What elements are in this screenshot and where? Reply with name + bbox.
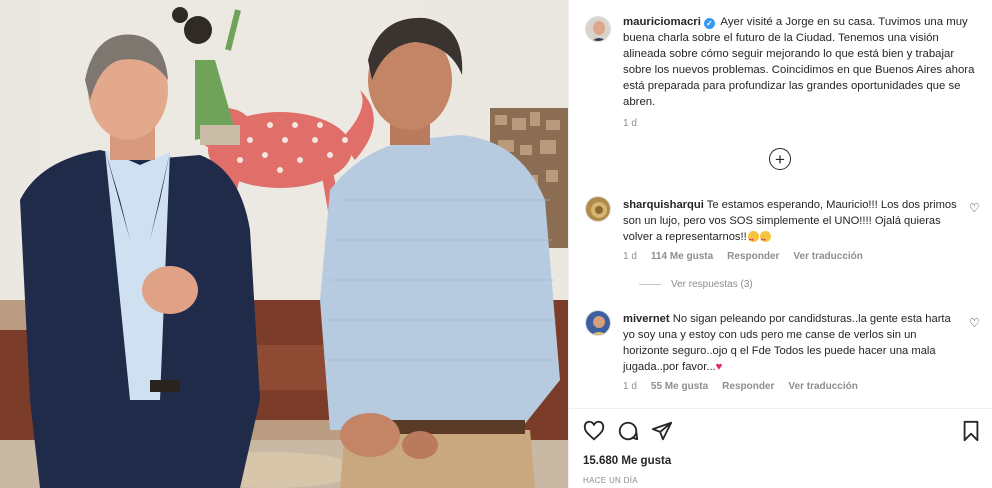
bookmark-icon[interactable] [961,420,981,447]
photo-illustration [0,0,568,488]
comment-avatar[interactable] [585,196,611,222]
post-likes-count[interactable]: 15.680 Me gusta [583,455,671,467]
view-replies-button[interactable]: Ver respuestas (3) [639,279,753,290]
reply-button[interactable]: Responder [722,379,774,395]
bookmark-icon-svg [963,420,979,442]
caption-text: Ayer visité a Jorge en su casa. Tuvimos … [623,16,975,108]
comment-like-heart-icon[interactable]: ♡ [969,201,980,215]
view-replies-label: Ver respuestas (3) [671,279,753,290]
actions-divider [569,408,992,409]
post-timestamp: HACE UN DÍA [583,476,638,485]
comment-text: No sigan peleando por candidsturas..la g… [623,313,951,373]
heart-eyes-emoji-icon [747,231,759,248]
verified-badge-icon: ✓ [703,18,715,29]
comment-age: 1 d [623,381,637,392]
heart-icon-svg [583,420,605,441]
share-icon-svg [651,421,673,441]
author-avatar[interactable] [585,16,611,42]
translate-button[interactable]: Ver traducción [793,249,862,265]
comment-likes[interactable]: 55 Me gusta [651,379,708,395]
post-side-panel: mauriciomacri ✓ Ayer visité a Jorge en su… [568,0,992,488]
heart-eyes-emoji-icon [759,231,771,248]
comment-meta: 1 d 55 Me gusta Responder Ver traducción [623,379,963,395]
translate-button[interactable]: Ver traducción [788,379,857,395]
post-photo [0,0,568,488]
comment-meta: 1 d 114 Me gusta Responder Ver traducció… [623,249,963,265]
red-heart-emoji-icon: ♥ [715,361,723,373]
comment-icon-svg [618,421,639,441]
comment-item: mivernet No sigan peleando por candidstu… [623,311,963,395]
heart-icon[interactable] [583,420,605,447]
paper-plane-icon[interactable] [651,420,673,447]
comment-username[interactable]: sharquisharqui [623,199,704,211]
author-username[interactable]: mauriciomacri [623,16,701,28]
avatar-image [586,197,610,221]
comment-like-heart-icon[interactable]: ♡ [969,316,980,330]
caption-age: 1 d [623,118,637,129]
avatar-image [586,17,610,41]
comment-bubble-icon[interactable] [617,420,639,447]
replies-divider-line [639,284,661,285]
plus-circle-icon[interactable]: + [769,148,791,170]
comment-username[interactable]: mivernet [623,313,670,325]
comment-age: 1 d [623,251,637,262]
reply-button[interactable]: Responder [727,249,779,265]
post-caption: mauriciomacri ✓ Ayer visité a Jorge en su… [623,14,977,132]
avatar-image [586,311,610,335]
comment-item: sharquisharqui Te estamos esperando, Mau… [623,197,963,265]
comment-avatar[interactable] [585,310,611,336]
comment-likes[interactable]: 114 Me gusta [651,249,713,265]
